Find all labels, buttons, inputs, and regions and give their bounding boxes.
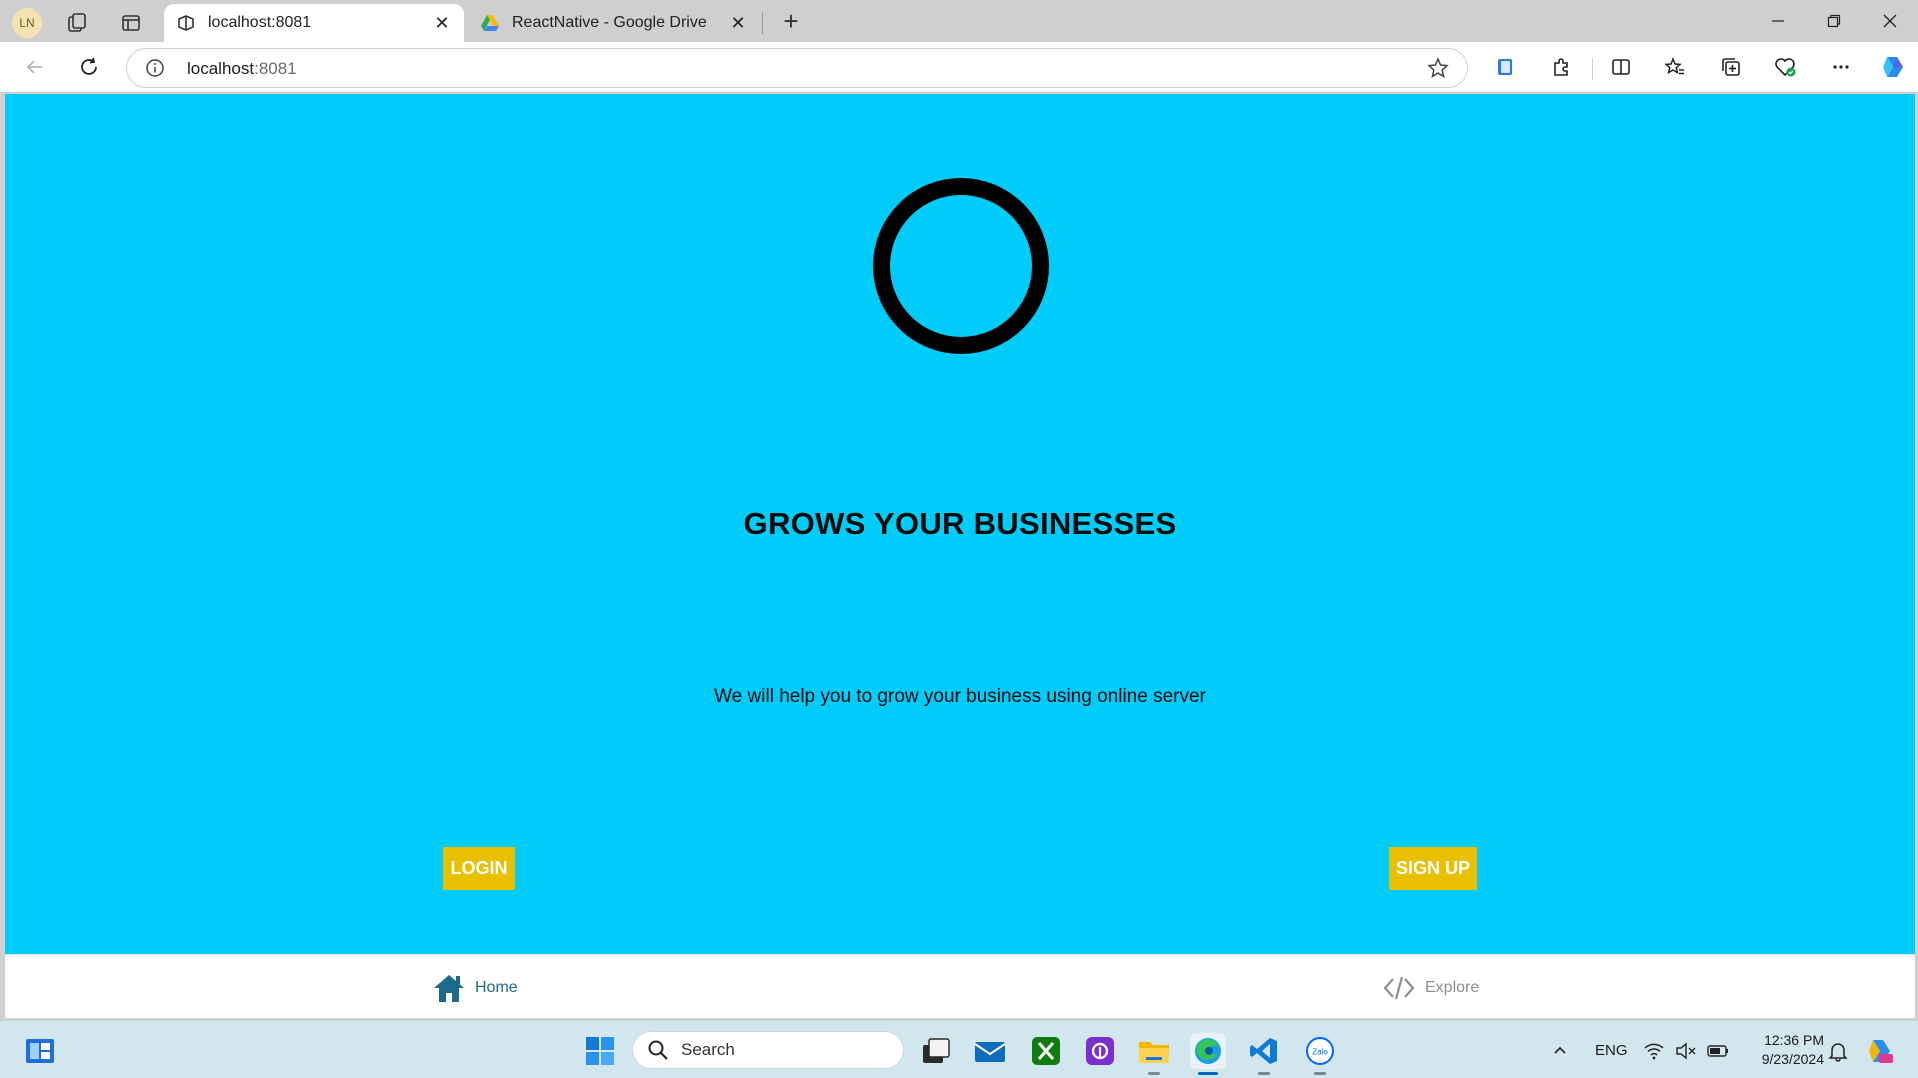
- new-tab-button[interactable]: +: [776, 6, 806, 36]
- site-info-icon[interactable]: [145, 58, 165, 78]
- edge-icon[interactable]: [1190, 1033, 1226, 1075]
- speaker-muted-icon[interactable]: [1668, 1033, 1704, 1069]
- page-headline: GROWS YOUR BUSINESSES: [743, 506, 1177, 541]
- google-drive-icon: [480, 13, 500, 33]
- clock-date: 9/23/2024: [1761, 1051, 1824, 1067]
- url-host: localhost: [187, 59, 255, 78]
- tab-explore-label: Explore: [1425, 979, 1480, 996]
- running-indicator: [1258, 1072, 1270, 1075]
- expo-favicon-icon: [176, 13, 196, 33]
- tab-explore[interactable]: Explore: [1381, 971, 1479, 1005]
- code-icon: [1381, 971, 1417, 1005]
- bottom-tab-bar: Home Explore: [5, 954, 1915, 1018]
- tab-home-label: Home: [475, 979, 518, 996]
- wifi-icon[interactable]: [1636, 1033, 1672, 1069]
- loading-ring-logo: [873, 178, 1049, 354]
- taskbar-search-box[interactable]: Search: [632, 1031, 904, 1069]
- notification-bell-icon[interactable]: [1820, 1033, 1856, 1069]
- hero-section: GROWS YOUR BUSINESSES We will help you t…: [5, 94, 1915, 954]
- windows-start-icon[interactable]: [582, 1033, 618, 1069]
- url-port: :8081: [254, 59, 297, 78]
- active-indicator: [1198, 1072, 1218, 1075]
- tab-home[interactable]: Home: [431, 971, 518, 1005]
- profile-avatar[interactable]: LN: [12, 8, 42, 38]
- running-indicator: [1314, 1072, 1326, 1075]
- close-tab-icon[interactable]: ✕: [432, 13, 452, 33]
- input-language[interactable]: ENG: [1595, 1042, 1628, 1059]
- search-icon: [648, 1040, 668, 1060]
- tab-google-drive[interactable]: ReactNative - Google Drive ✕: [468, 4, 760, 42]
- favorites-icon[interactable]: [1660, 52, 1690, 82]
- xbox-icon[interactable]: [1028, 1033, 1064, 1069]
- task-view-icon[interactable]: [918, 1033, 954, 1069]
- page-subline: We will help you to grow your business u…: [714, 686, 1206, 707]
- windows-taskbar: Search Zalo ENG 12:36 PM 9/23/2024: [0, 1020, 1918, 1078]
- workspaces-icon[interactable]: [62, 8, 92, 38]
- collections-icon[interactable]: [1716, 52, 1746, 82]
- browser-toolbar: localhost:8081: [0, 42, 1918, 92]
- vscode-icon[interactable]: [1246, 1033, 1282, 1075]
- reading-view-icon[interactable]: [1490, 52, 1520, 82]
- restore-button[interactable]: [1814, 6, 1854, 36]
- split-screen-icon[interactable]: [1606, 52, 1636, 82]
- home-icon: [431, 971, 467, 1005]
- refresh-icon[interactable]: [74, 52, 104, 82]
- minimize-button[interactable]: [1758, 6, 1798, 36]
- browser-tab-strip: LN localhost:8081 ✕ ReactNative - Google…: [0, 0, 1918, 42]
- signup-button[interactable]: SIGN UP: [1389, 847, 1477, 890]
- favorite-star-icon[interactable]: [1427, 57, 1449, 79]
- search-placeholder: Search: [681, 1040, 735, 1059]
- running-indicator: [1148, 1072, 1160, 1075]
- page-viewport: GROWS YOUR BUSINESSES We will help you t…: [5, 94, 1915, 1018]
- clock-time: 12:36 PM: [1764, 1032, 1824, 1048]
- system-clock[interactable]: 12:36 PM 9/23/2024: [1746, 1031, 1824, 1069]
- widgets-icon[interactable]: [22, 1033, 58, 1069]
- vertical-tabs-icon[interactable]: [116, 8, 146, 38]
- more-options-icon[interactable]: [1826, 52, 1856, 82]
- url-text: localhost:8081: [187, 59, 297, 79]
- svg-text:Zalo: Zalo: [1312, 1048, 1328, 1057]
- mail-icon[interactable]: [972, 1033, 1008, 1069]
- app-purple-icon[interactable]: [1082, 1033, 1118, 1069]
- browser-essentials-icon[interactable]: [1770, 52, 1800, 82]
- copilot-icon[interactable]: [1878, 52, 1908, 82]
- toolbar-separator: [1592, 58, 1593, 80]
- battery-icon[interactable]: [1700, 1033, 1736, 1069]
- show-hidden-icons-chevron-icon[interactable]: [1542, 1033, 1578, 1069]
- close-tab-icon[interactable]: ✕: [728, 13, 748, 33]
- extensions-icon[interactable]: [1546, 52, 1576, 82]
- copilot-preview-icon[interactable]: [1862, 1033, 1898, 1069]
- file-explorer-icon[interactable]: [1136, 1033, 1172, 1075]
- tab-title: ReactNative - Google Drive: [512, 14, 707, 31]
- tab-title: localhost:8081: [208, 14, 312, 31]
- tab-localhost[interactable]: localhost:8081 ✕: [164, 4, 464, 42]
- back-arrow-icon[interactable]: [20, 52, 50, 82]
- profile-initials: LN: [19, 16, 35, 30]
- zalo-icon[interactable]: Zalo: [1302, 1033, 1338, 1075]
- close-window-button[interactable]: [1870, 6, 1910, 36]
- login-button[interactable]: LOGIN: [443, 847, 515, 890]
- address-bar[interactable]: localhost:8081: [126, 48, 1468, 88]
- tab-separator: [762, 12, 763, 34]
